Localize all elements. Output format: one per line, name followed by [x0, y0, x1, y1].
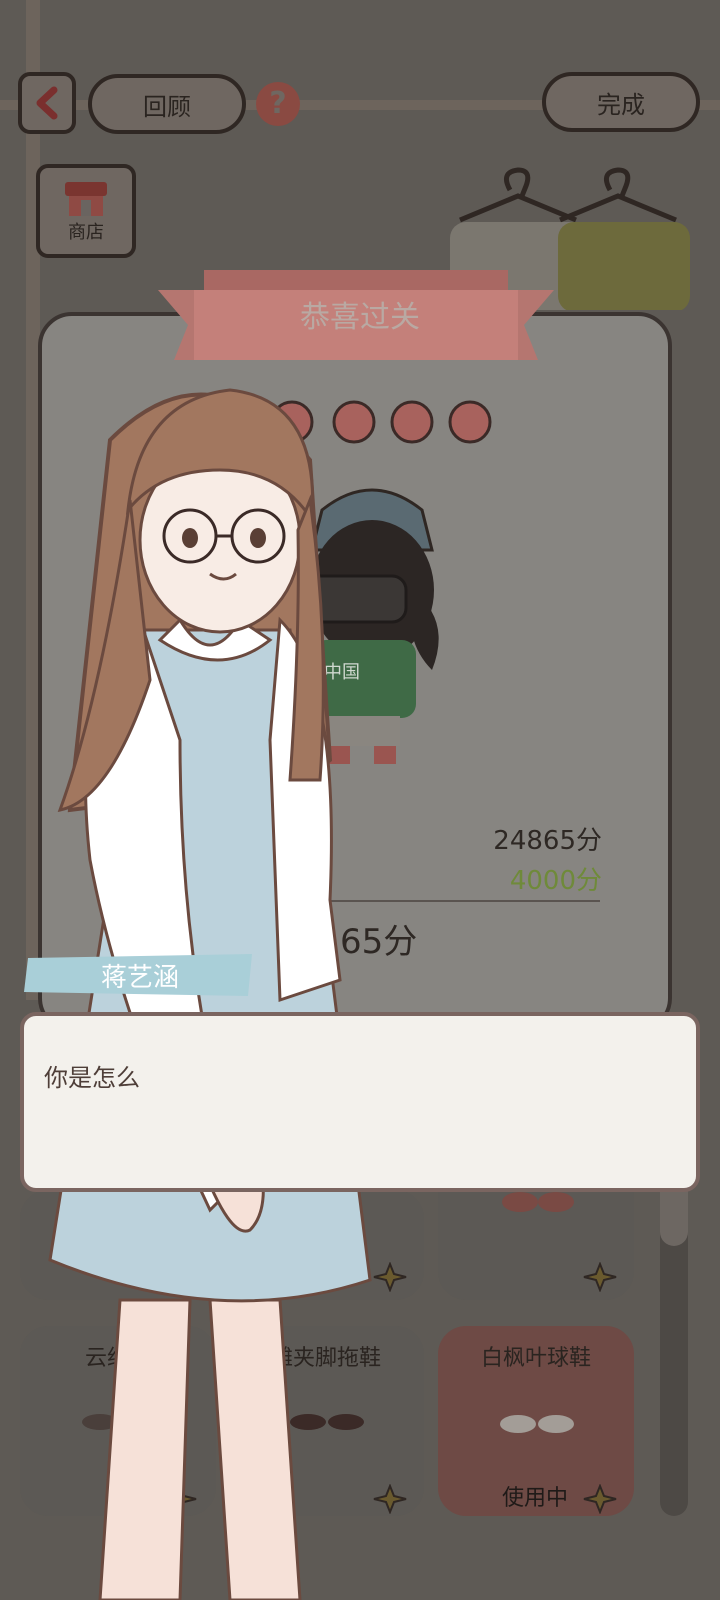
- review-button[interactable]: 回顾: [88, 74, 246, 134]
- score-main: 24865分: [493, 826, 602, 856]
- done-button[interactable]: 完成: [542, 72, 700, 132]
- level-complete-title: 恭喜过关: [300, 300, 420, 335]
- question-icon[interactable]: ?: [256, 82, 300, 126]
- shop-label: 商店: [68, 222, 104, 243]
- score-bonus: 4000分: [509, 866, 602, 896]
- review-label: 回顾: [143, 92, 191, 121]
- shop-awning-icon: [65, 182, 107, 216]
- sneaker-icon: [500, 1415, 574, 1433]
- speaker-name: 蒋艺涵: [100, 963, 179, 993]
- shoe-label-2: 白枫叶球鞋: [480, 1346, 591, 1371]
- done-label: 完成: [597, 90, 645, 119]
- in-use-status: 使用中: [502, 1486, 569, 1511]
- chevron-left-icon: [36, 86, 58, 120]
- sparkle-icon: [583, 1484, 617, 1514]
- dialog-box[interactable]: [20, 1012, 700, 1192]
- dialog-text: 你是怎么: [44, 1064, 140, 1092]
- sparkle-icon: [583, 1262, 617, 1292]
- back-button[interactable]: [18, 72, 76, 134]
- shop-button[interactable]: 商店: [36, 164, 136, 258]
